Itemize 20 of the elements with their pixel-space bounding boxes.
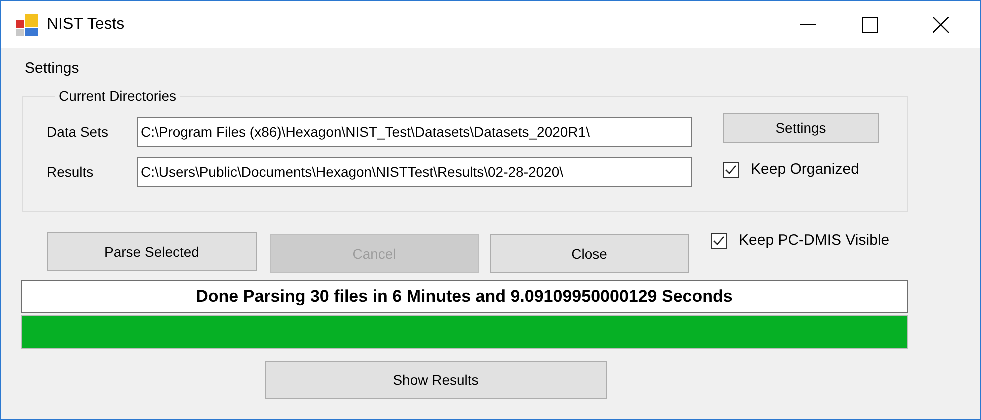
checkbox-label: Keep Organized (751, 161, 860, 178)
settings-button[interactable]: Settings (723, 113, 879, 143)
action-button[interactable]: Close (490, 234, 689, 273)
close-icon[interactable] (933, 16, 949, 32)
minimize-icon[interactable] (800, 24, 816, 26)
maximize-icon[interactable] (862, 16, 878, 32)
path-field[interactable]: C:\Program Files (x86)\Hexagon\NIST_Test\Datasets\Datasets_2020R1\ (137, 117, 692, 147)
checkbox[interactable] (723, 162, 739, 178)
checkbox-label: Keep PC-DMIS Visible (739, 232, 890, 249)
menu-item[interactable]: Settings (25, 60, 80, 76)
app-icon (16, 14, 38, 36)
field-label: Results (47, 164, 95, 180)
checkbox[interactable] (711, 232, 727, 248)
action-button[interactable]: Parse Selected (47, 232, 257, 271)
status-label: Done Parsing 30 files in 6 Minutes and 9.09109950000129 Seconds (21, 280, 908, 313)
group-title: Current Directories (58, 88, 178, 104)
window-title: NIST Tests (47, 16, 125, 34)
path-field[interactable]: C:\Users\Public\Documents\Hexagon\NISTTest\Results\02-28-2020\ (137, 157, 692, 187)
show-results-button[interactable]: Show Results (265, 361, 607, 399)
field-label: Data Sets (47, 124, 110, 140)
